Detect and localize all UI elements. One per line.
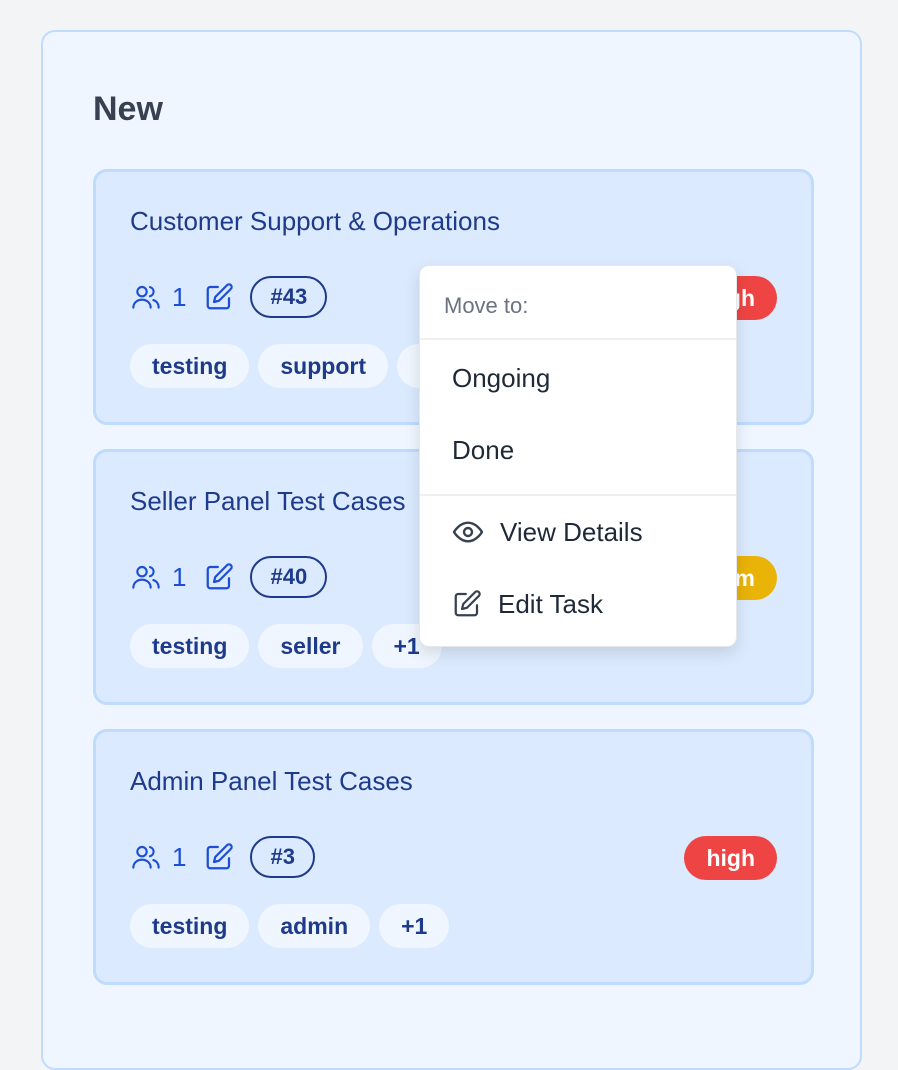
edit-icon[interactable] xyxy=(204,282,234,312)
menu-item-label: View Details xyxy=(500,516,643,547)
task-meta: 1 #43 xyxy=(130,276,328,318)
tag-list: testing admin +1 xyxy=(130,904,450,948)
tag: testing xyxy=(130,344,250,388)
tag: testing xyxy=(130,624,250,668)
task-title[interactable]: Customer Support & Operations xyxy=(130,206,500,237)
assignee-count: 1 xyxy=(172,281,187,312)
task-id-badge: #3 xyxy=(250,836,315,878)
task-id-badge: #40 xyxy=(250,556,328,598)
task-id-badge: #43 xyxy=(250,276,328,318)
menu-item-view-details[interactable]: View Details xyxy=(420,496,736,568)
edit-icon[interactable] xyxy=(204,562,234,592)
tag: admin xyxy=(258,904,371,948)
tag-list: testing seller +1 xyxy=(130,624,442,668)
tag-list: testing support +1 xyxy=(130,344,468,388)
eye-icon xyxy=(452,516,484,548)
tag: testing xyxy=(130,904,250,948)
tag: seller xyxy=(258,624,363,668)
users-icon xyxy=(130,841,162,873)
task-title[interactable]: Seller Panel Test Cases xyxy=(130,486,406,517)
edit-icon[interactable] xyxy=(204,842,234,872)
task-meta: 1 #40 xyxy=(130,556,328,598)
edit-icon xyxy=(452,589,482,619)
task-card[interactable]: Admin Panel Test Cases 1 #3 high testing… xyxy=(93,729,814,985)
task-title[interactable]: Admin Panel Test Cases xyxy=(130,766,413,797)
context-menu: Move to: Ongoing Done View Details Edit … xyxy=(419,265,737,647)
assignee-count: 1 xyxy=(172,561,187,592)
tag: support xyxy=(258,344,388,388)
tag-more[interactable]: +1 xyxy=(379,904,450,948)
menu-item-ongoing[interactable]: Ongoing xyxy=(420,342,736,414)
priority-badge: high xyxy=(684,836,777,880)
menu-item-done[interactable]: Done xyxy=(420,414,736,486)
column-title: New xyxy=(93,90,163,128)
menu-item-edit-task[interactable]: Edit Task xyxy=(420,568,736,640)
menu-header: Move to: xyxy=(420,266,736,340)
menu-item-label: Edit Task xyxy=(498,588,604,619)
menu-item-label: Ongoing xyxy=(452,362,551,393)
task-meta: 1 #3 xyxy=(130,836,315,878)
assignee-count: 1 xyxy=(172,841,187,872)
users-icon xyxy=(130,281,162,313)
menu-item-label: Done xyxy=(452,434,515,465)
users-icon xyxy=(130,561,162,593)
